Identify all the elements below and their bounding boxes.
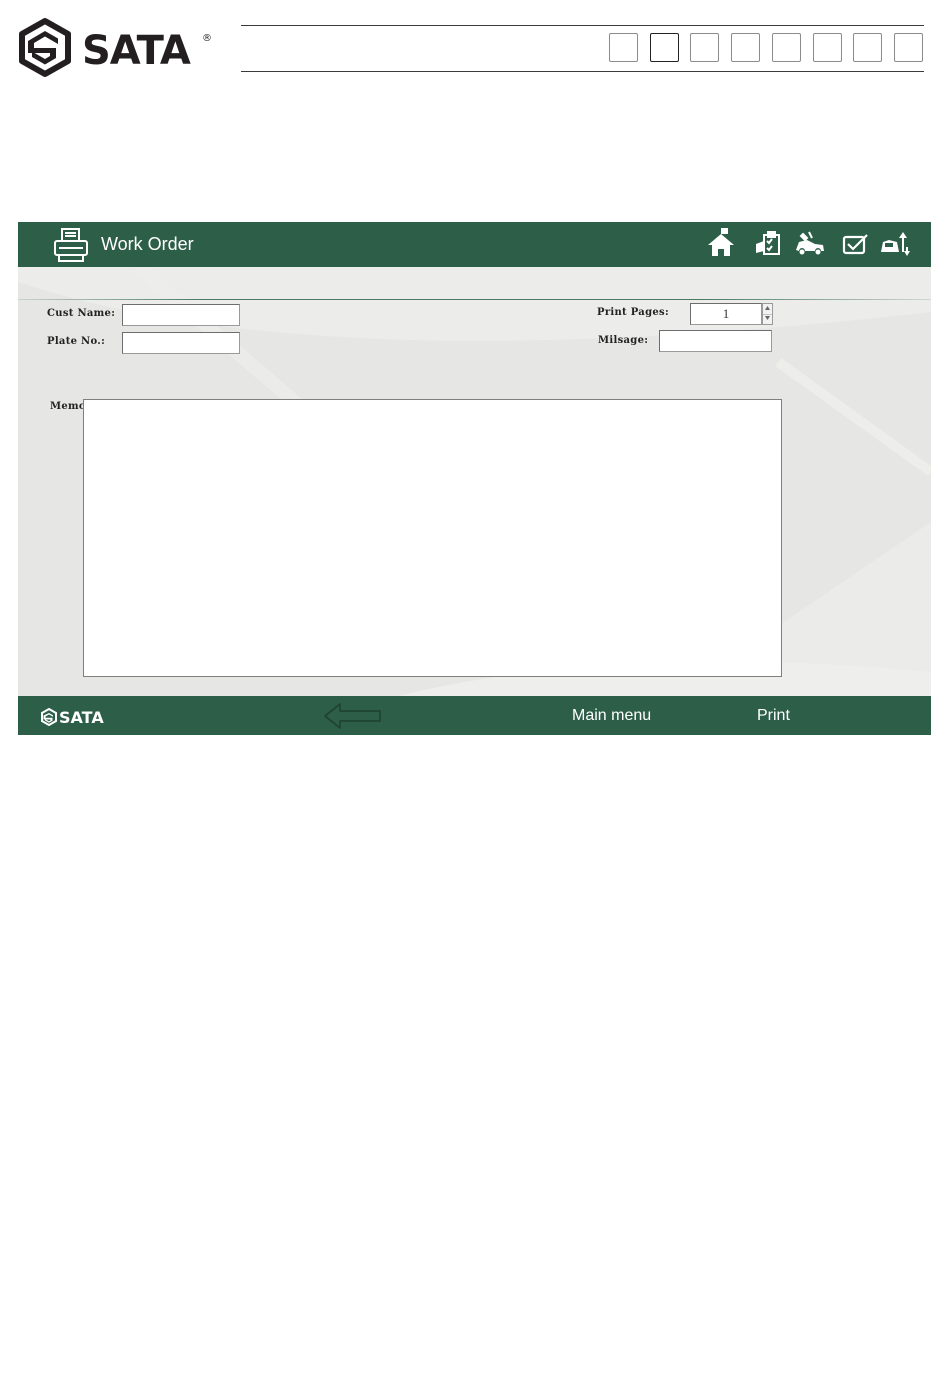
window-title: Work Order xyxy=(101,234,194,254)
printer-icon xyxy=(52,226,90,269)
spin-down-icon xyxy=(765,316,770,320)
work-order-window: Work Order Cust Name: Plate No.: Print P… xyxy=(18,222,931,735)
header-rule-top xyxy=(241,25,924,26)
spin-down-button[interactable] xyxy=(763,314,772,324)
sata-wordmark: SATA xyxy=(82,28,191,74)
plate-no-input[interactable] xyxy=(122,332,240,354)
svg-text:®: ® xyxy=(202,33,212,44)
milsage-label: Milsage: xyxy=(598,335,649,346)
sata-logo: SATA ® xyxy=(17,17,217,81)
spin-up-icon xyxy=(765,306,770,310)
home-icon xyxy=(704,228,738,260)
cust-name-input[interactable] xyxy=(122,304,240,326)
confirm-button[interactable] xyxy=(838,228,872,260)
car-sort-icon xyxy=(879,228,913,260)
page-box xyxy=(853,33,883,62)
page-box xyxy=(649,33,679,62)
home-button[interactable] xyxy=(704,228,738,260)
main-menu-button[interactable]: Main menu xyxy=(572,707,651,725)
print-pages-label: Print Pages: xyxy=(597,307,669,318)
print-button[interactable]: Print xyxy=(757,707,790,725)
title-bar: Work Order xyxy=(18,222,931,267)
header-rule-bottom xyxy=(241,71,924,72)
print-pages-spinner xyxy=(762,303,773,325)
cust-name-label: Cust Name: xyxy=(47,308,116,319)
memo-textarea[interactable] xyxy=(83,399,782,677)
page-box xyxy=(893,33,923,62)
page-box xyxy=(609,33,638,62)
inspection-button[interactable] xyxy=(752,228,786,260)
arrow-left-icon xyxy=(324,703,381,729)
print-pages-input[interactable] xyxy=(690,303,762,325)
car-repair-icon xyxy=(793,228,827,260)
page-box xyxy=(731,33,761,62)
footer-logo-text: SATA xyxy=(59,708,104,726)
page-box xyxy=(771,33,801,62)
bottom-bar: SATA Main menu Print xyxy=(18,696,931,735)
footer-logo: SATA xyxy=(40,707,120,731)
page-box xyxy=(690,33,720,62)
checkmark-icon xyxy=(838,228,872,260)
repair-button[interactable] xyxy=(793,228,827,260)
page-box xyxy=(812,33,842,62)
milsage-input[interactable] xyxy=(659,330,772,352)
plate-no-label: Plate No.: xyxy=(47,336,106,347)
form-divider xyxy=(18,299,931,300)
back-button[interactable] xyxy=(323,702,383,735)
sort-button[interactable] xyxy=(879,228,913,260)
clipboard-check-icon xyxy=(752,228,786,260)
